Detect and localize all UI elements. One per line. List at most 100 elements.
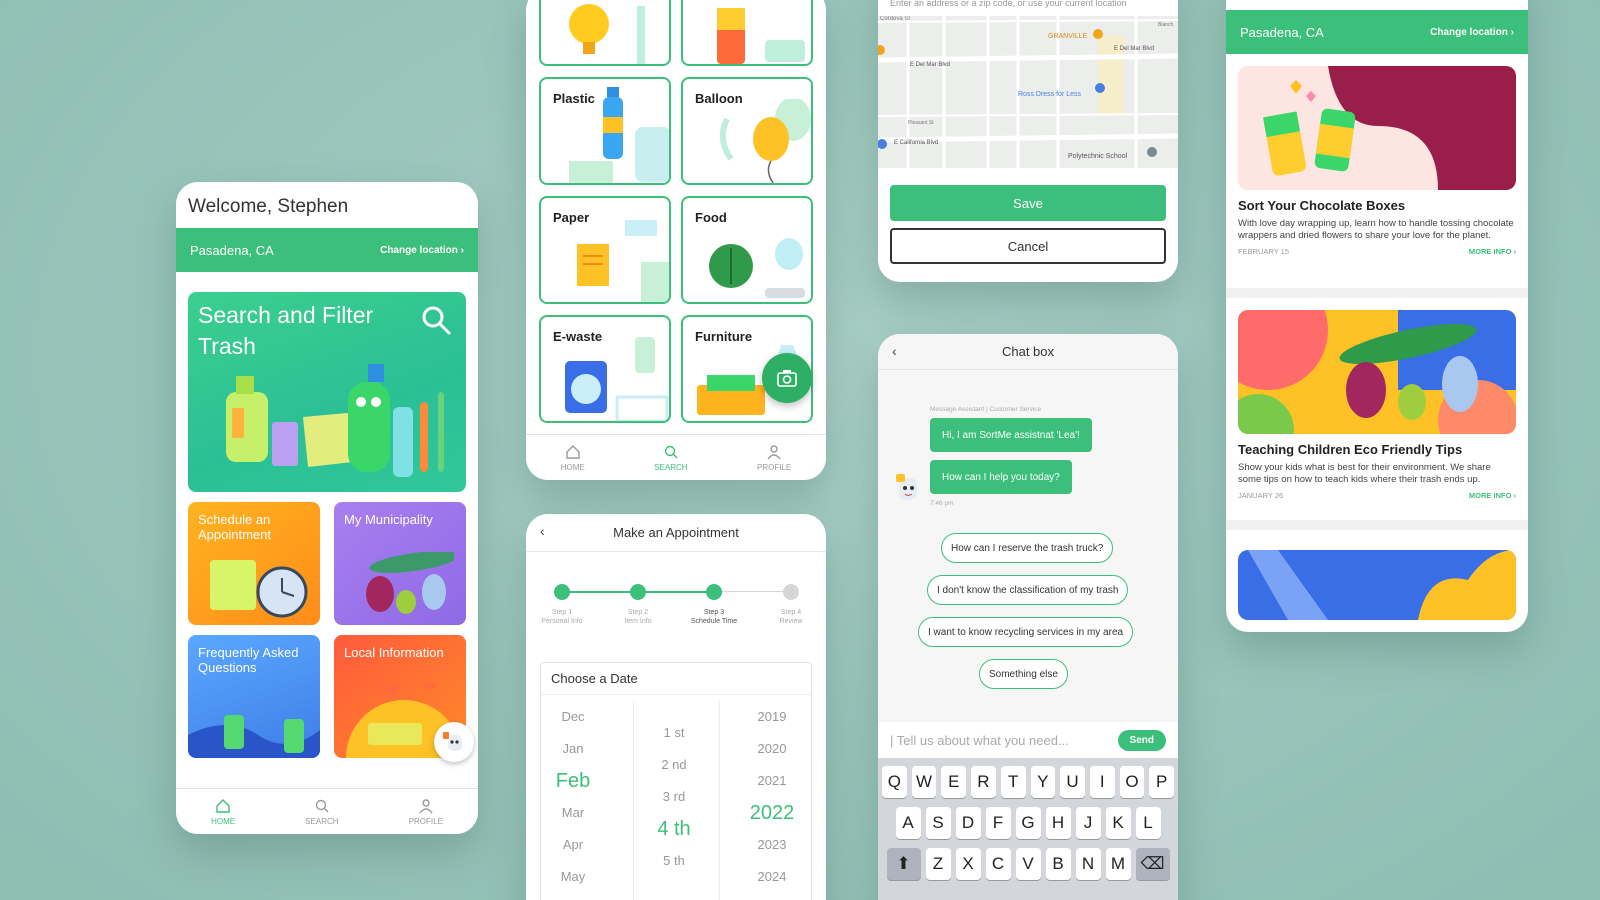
key-f[interactable]: F [985,807,1011,839]
key-x[interactable]: X [955,848,981,880]
article-card[interactable] [1238,550,1516,620]
key-e[interactable]: E [941,766,967,798]
category-balloon[interactable]: Balloon [681,77,813,185]
month-wheel[interactable]: Dec Jan Feb Mar Apr May [553,701,593,893]
category-plastic[interactable]: Plastic [539,77,671,185]
quick-reply-option[interactable]: Something else [979,659,1068,689]
tab-search[interactable]: SEARCH [305,798,339,826]
month-option[interactable]: Dec [553,701,593,733]
search-icon [664,445,678,458]
street-label: Cordova St [880,16,910,22]
article-card[interactable]: Teaching Children Eco Friendly Tips Show… [1238,310,1516,500]
key-a[interactable]: A [895,807,921,839]
key-g[interactable]: G [1015,807,1041,839]
month-option[interactable]: Apr [553,829,593,861]
more-info-link[interactable]: MORE INFO › [1469,491,1516,500]
day-option[interactable]: 5 th [649,845,699,877]
my-municipality-tile[interactable]: My Municipality [334,502,466,625]
divider [1226,520,1528,530]
step-1-dot[interactable] [554,584,570,600]
year-option[interactable]: 2020 [747,733,797,765]
location-label: Pasadena, CA [190,242,274,258]
key-d[interactable]: D [955,807,981,839]
article-card[interactable]: Sort Your Chocolate Boxes With love day … [1238,66,1516,256]
category-top-right[interactable] [681,0,813,66]
change-location-link[interactable]: Change location › [380,245,464,256]
key-v[interactable]: V [1015,848,1041,880]
key-p[interactable]: P [1149,766,1175,798]
year-option[interactable]: 2023 [747,829,797,861]
message-input[interactable]: | Tell us about what you need... [890,733,1118,748]
shift-key[interactable]: ⬆ [886,848,921,880]
quick-reply-option[interactable]: How can I reserve the trash truck? [941,533,1114,563]
step-4-dot[interactable] [783,584,799,600]
key-b[interactable]: B [1045,848,1071,880]
step-3-dot[interactable] [706,584,722,600]
key-t[interactable]: T [1000,766,1026,798]
category-paper[interactable]: Paper [539,196,671,304]
appointment-screen: ‹ Make an Appointment Step 1 Personal Inf… [526,514,826,900]
key-s[interactable]: S [925,807,951,839]
more-info-link[interactable]: MORE INFO › [1469,247,1516,256]
day-option[interactable]: 3 rd [649,781,699,813]
street-label: E Del Mar Blvd [1114,46,1154,52]
cancel-button[interactable]: Cancel [890,228,1166,264]
quick-reply-option[interactable]: I don't know the classification of my tr… [927,575,1129,605]
search-filter-card[interactable]: Search and Filter Trash [188,292,466,492]
tab-profile[interactable]: PROFILE [409,798,443,826]
year-option-selected[interactable]: 2022 [747,797,797,829]
key-n[interactable]: N [1075,848,1101,880]
step-2-label: Step 2 Item Info [624,609,652,625]
day-wheel[interactable]: 1 st 2 nd 3 rd 4 th 5 th [649,717,699,877]
map-view[interactable]: Cordova St GRANVILLE E Del Mar Blvd E De… [878,16,1178,168]
back-arrow-icon[interactable]: ‹ [540,523,545,539]
key-u[interactable]: U [1060,766,1085,798]
month-option[interactable]: May [553,861,593,893]
assistant-message: How can I help you today? [930,460,1072,494]
day-option[interactable]: 1 st [649,717,699,749]
faq-tile[interactable]: Frequently Asked Questions [188,635,320,758]
send-button[interactable]: Send [1117,729,1166,751]
step-2-dot[interactable] [630,584,646,600]
key-o[interactable]: O [1119,766,1145,798]
schedule-appointment-tile[interactable]: Schedule an Appointment [188,502,320,625]
assistant-fab[interactable] [434,722,474,762]
month-option[interactable]: Mar [553,797,593,829]
key-r[interactable]: R [971,766,996,798]
year-option[interactable]: 2024 [747,861,797,893]
keyboard-row: QWERTYUIOP [881,766,1175,798]
news-screen: ‹ Pasadena, CA Change location › Sort Yo… [1226,0,1528,632]
tab-home[interactable]: HOME [211,798,235,826]
year-option[interactable]: 2019 [747,701,797,733]
key-q[interactable]: Q [881,766,907,798]
key-h[interactable]: H [1045,807,1071,839]
day-option-selected[interactable]: 4 th [649,813,699,845]
key-z[interactable]: Z [925,848,951,880]
tab-search[interactable]: SEARCH [654,444,688,472]
key-i[interactable]: I [1089,766,1115,798]
year-wheel[interactable]: 2019 2020 2021 2022 2023 2024 [747,701,797,893]
step-4-label: Step 4 Review [779,609,803,625]
tab-profile[interactable]: PROFILE [757,444,791,472]
category-food[interactable]: Food [681,196,813,304]
day-option[interactable]: 2 nd [649,749,699,781]
save-button[interactable]: Save [890,185,1166,221]
category-e-waste[interactable]: E-waste [539,315,671,423]
key-l[interactable]: L [1135,807,1161,839]
back-arrow-icon[interactable]: ‹ [892,343,897,359]
key-j[interactable]: J [1075,807,1101,839]
month-option-selected[interactable]: Feb [553,765,593,797]
month-option[interactable]: Jan [553,733,593,765]
key-k[interactable]: K [1105,807,1131,839]
key-y[interactable]: Y [1030,766,1056,798]
key-w[interactable]: W [911,766,937,798]
quick-reply-option[interactable]: I want to know recycling services in my … [918,617,1134,647]
key-m[interactable]: M [1105,848,1131,880]
year-option[interactable]: 2021 [747,765,797,797]
key-c[interactable]: C [985,848,1011,880]
backspace-key[interactable]: ⌫ [1135,848,1170,880]
tab-home[interactable]: HOME [561,444,585,472]
category-top-left[interactable] [539,0,671,66]
change-location-link[interactable]: Change location › [1430,27,1514,38]
camera-fab[interactable] [762,353,812,403]
